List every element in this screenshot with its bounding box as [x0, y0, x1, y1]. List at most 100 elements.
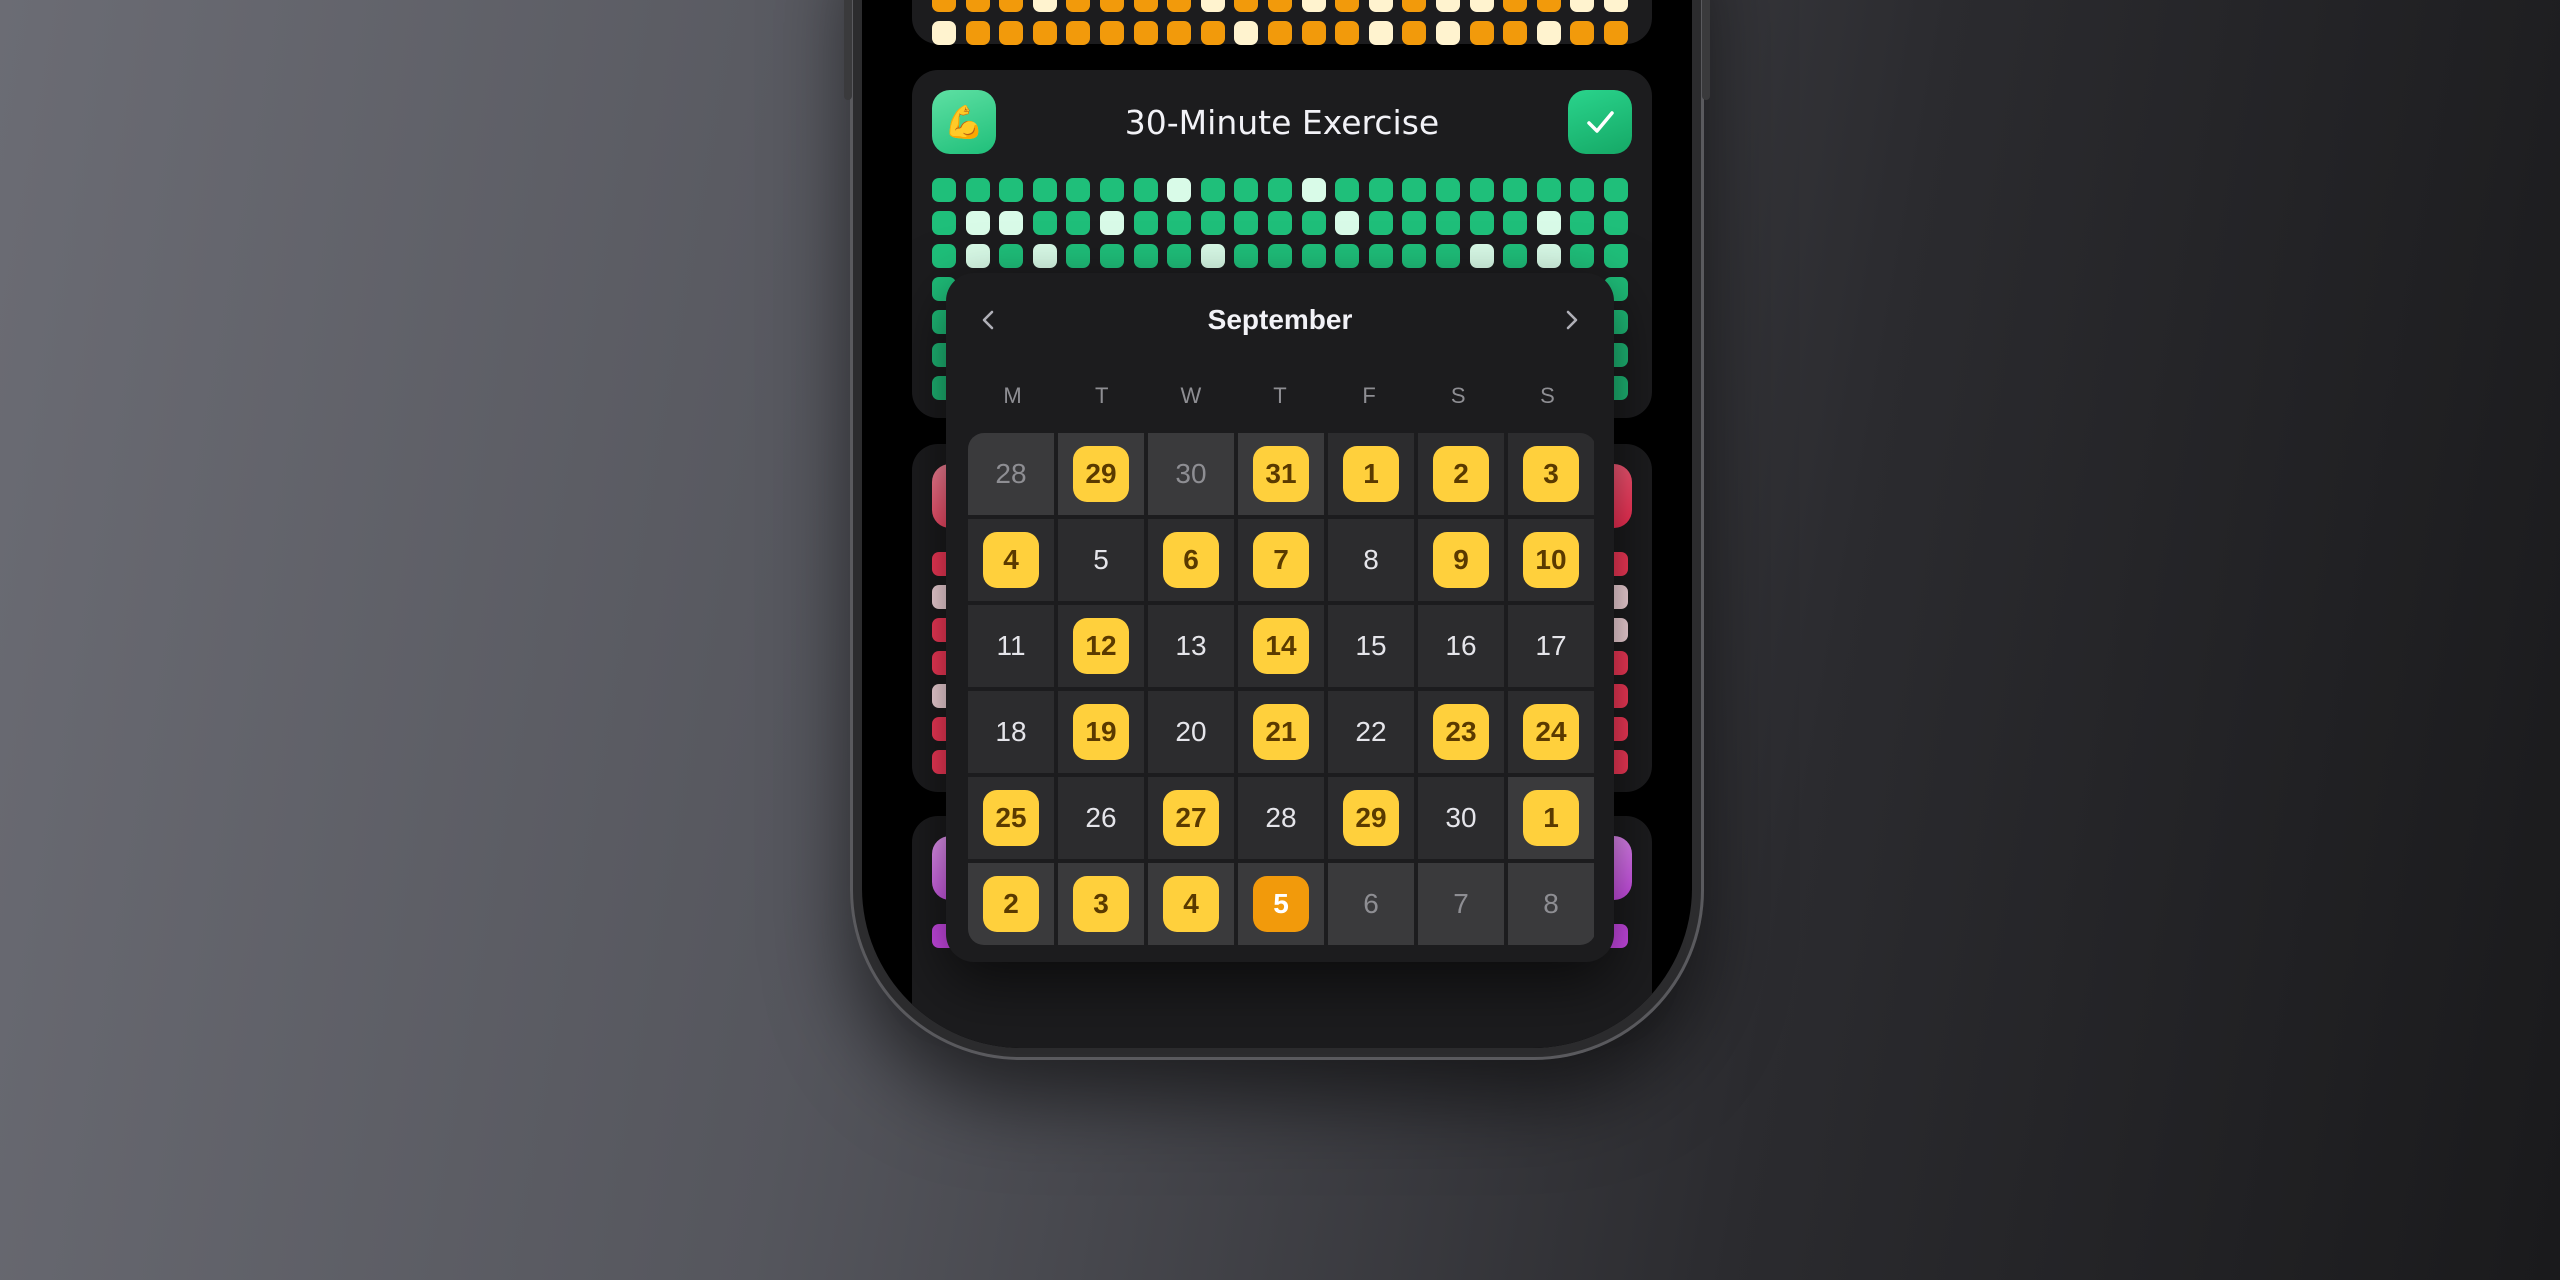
habit-card-top[interactable] [912, 0, 1652, 45]
calendar-day-cell[interactable]: 13 [1148, 605, 1234, 687]
calendar-day-cell[interactable]: 1 [1508, 777, 1594, 859]
history-dot [965, 244, 990, 268]
calendar-day-number: 26 [1085, 802, 1117, 833]
weekday-label: S [1450, 383, 1466, 408]
calendar-day-cell[interactable]: 4 [1148, 863, 1234, 945]
calendar-day-number: 4 [983, 532, 1039, 588]
calendar-day-cell[interactable]: 5 [1238, 863, 1324, 945]
weekday-label: T [1094, 383, 1109, 408]
calendar-day-cell[interactable]: 29 [1058, 433, 1144, 515]
history-dot [1301, 178, 1326, 202]
history-dot [1503, 211, 1528, 235]
history-dot [1167, 211, 1192, 235]
history-dot [1301, 0, 1326, 12]
history-dot [965, 21, 990, 45]
calendar-day-cell[interactable]: 18 [968, 691, 1054, 773]
calendar-day-cell[interactable]: 22 [1328, 691, 1414, 773]
calendar-day-cell[interactable]: 3 [1058, 863, 1144, 945]
history-dot [999, 211, 1024, 235]
history-dot [1570, 244, 1595, 268]
history-dot [1268, 0, 1292, 12]
history-dot [1469, 21, 1494, 45]
calendar-day-cell[interactable]: 6 [1148, 519, 1234, 601]
calendar-day-cell[interactable]: 8 [1328, 519, 1414, 601]
calendar-day-cell[interactable]: 30 [1148, 433, 1234, 515]
calendar-day-cell[interactable]: 29 [1328, 777, 1414, 859]
next-month-button[interactable] [1546, 295, 1596, 345]
history-dot [1268, 244, 1292, 268]
history-dot [1436, 21, 1460, 45]
history-dot [1268, 21, 1292, 45]
history-dot [1301, 21, 1326, 45]
history-dot [1368, 211, 1393, 235]
history-dot [1100, 21, 1124, 45]
calendar-day-cell[interactable]: 15 [1328, 605, 1414, 687]
calendar-day-cell[interactable]: 30 [1418, 777, 1504, 859]
history-dot [932, 0, 956, 12]
history-dot [1066, 244, 1091, 268]
history-dot [932, 211, 956, 235]
calendar-day-cell[interactable]: 12 [1058, 605, 1144, 687]
calendar-day-cell[interactable]: 28 [1238, 777, 1324, 859]
history-dot [1604, 244, 1628, 268]
calendar-day-number: 25 [983, 790, 1039, 846]
calendar-day-cell[interactable]: 19 [1058, 691, 1144, 773]
calendar-day-cell[interactable]: 3 [1508, 433, 1594, 515]
history-dot [1335, 178, 1360, 202]
prev-month-button[interactable] [964, 295, 1014, 345]
calendar-day-cell[interactable]: 5 [1058, 519, 1144, 601]
calendar-day-cell[interactable]: 23 [1418, 691, 1504, 773]
history-dot [1133, 178, 1158, 202]
checkmark-icon [1587, 111, 1614, 133]
history-dot [1402, 178, 1427, 202]
calendar-day-cell[interactable]: 20 [1148, 691, 1234, 773]
calendar-day-cell[interactable]: 27 [1148, 777, 1234, 859]
calendar-day-cell[interactable]: 8 [1508, 863, 1594, 945]
history-dot [1402, 244, 1427, 268]
calendar-day-cell[interactable]: 17 [1508, 605, 1594, 687]
calendar-day-cell[interactable]: 16 [1418, 605, 1504, 687]
history-dot [1066, 21, 1091, 45]
calendar-day-number: 27 [1163, 790, 1219, 846]
calendar-day-cell[interactable]: 2 [968, 863, 1054, 945]
calendar-day-cell[interactable]: 11 [968, 605, 1054, 687]
history-dot [1200, 0, 1225, 12]
history-dot [1436, 244, 1460, 268]
calendar-day-number: 31 [1253, 446, 1309, 502]
history-dot [1100, 244, 1124, 268]
history-dot [932, 21, 956, 45]
history-dot [1335, 0, 1360, 12]
calendar-day-number: 10 [1523, 532, 1579, 588]
weekday-label: T [1273, 383, 1287, 408]
calendar-day-cell[interactable]: 14 [1238, 605, 1324, 687]
calendar-day-cell[interactable]: 25 [968, 777, 1054, 859]
history-dot [1268, 178, 1292, 202]
complete-check-button[interactable] [1568, 90, 1632, 154]
history-dot [1167, 244, 1192, 268]
calendar-day-number: 5 [1093, 544, 1109, 575]
calendar-day-cell[interactable]: 26 [1058, 777, 1144, 859]
calendar-month-title: September [1207, 304, 1353, 335]
calendar-day-number: 7 [1253, 532, 1309, 588]
calendar-day-number: 1 [1343, 446, 1399, 502]
calendar-day-cell[interactable]: 7 [1238, 519, 1324, 601]
calendar-day-cell[interactable]: 24 [1508, 691, 1594, 773]
calendar-day-cell[interactable]: 7 [1418, 863, 1504, 945]
calendar-day-cell[interactable]: 28 [968, 433, 1054, 515]
calendar-day-cell[interactable]: 4 [968, 519, 1054, 601]
calendar-day-number: 3 [1523, 446, 1579, 502]
history-dot [1335, 21, 1360, 45]
calendar-day-number: 24 [1523, 704, 1579, 760]
calendar-day-number: 2 [983, 876, 1039, 932]
calendar-day-cell[interactable]: 10 [1508, 519, 1594, 601]
calendar-day-cell[interactable]: 2 [1418, 433, 1504, 515]
calendar-day-cell[interactable]: 1 [1328, 433, 1414, 515]
calendar-day-cell[interactable]: 31 [1238, 433, 1324, 515]
history-dot [1234, 244, 1259, 268]
calendar-day-cell[interactable]: 9 [1418, 519, 1504, 601]
history-dot [1368, 178, 1393, 202]
calendar-day-cell[interactable]: 21 [1238, 691, 1324, 773]
calendar-day-cell[interactable]: 6 [1328, 863, 1414, 945]
history-dot [1436, 211, 1460, 235]
weekday-label: W [1180, 383, 1202, 408]
